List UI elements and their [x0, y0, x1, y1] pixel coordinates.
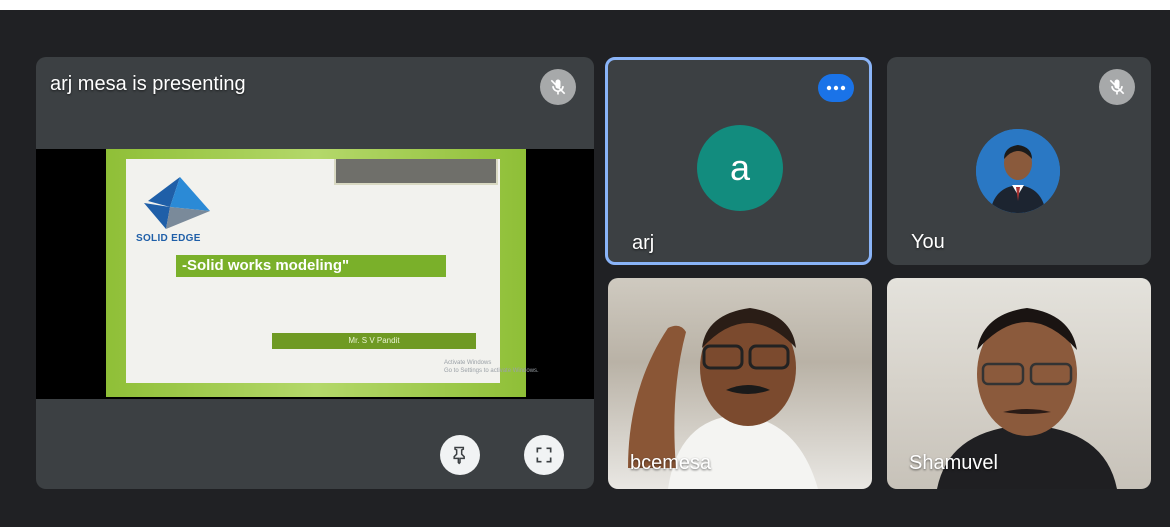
participant-tile-shamuvel[interactable]: Shamuvel	[887, 278, 1151, 489]
participant-name: Shamuvel	[909, 452, 998, 474]
slide-content: SOLID EDGE -Solid works modeling" Mr. S …	[126, 159, 500, 383]
slide-header-tab	[334, 159, 498, 185]
top-strip	[0, 0, 1170, 10]
slide-title: -Solid works modeling"	[176, 255, 446, 277]
pin-button[interactable]	[440, 435, 480, 475]
participant-name: bcemesa	[630, 452, 712, 474]
slide-logo-text: SOLID EDGE	[136, 233, 201, 244]
slide-presenter: Mr. S V Pandit	[272, 333, 476, 349]
watermark-line-2: Go to Settings to activate Windows.	[444, 368, 539, 374]
participant-tile-bcemesa[interactable]: bcemesa	[608, 278, 872, 489]
presenting-title: arj mesa is presenting	[50, 73, 246, 95]
mic-off-icon	[1099, 69, 1135, 105]
pin-icon	[453, 446, 465, 465]
more-horizontal-icon	[826, 85, 846, 91]
more-options-button[interactable]	[818, 74, 854, 102]
mic-off-icon	[540, 69, 576, 105]
avatar	[976, 129, 1060, 213]
participant-name: arj	[632, 232, 655, 254]
participant-tile-arj[interactable]: a arj	[605, 57, 872, 265]
fullscreen-icon	[536, 447, 552, 463]
participant-tile-you[interactable]: You	[887, 57, 1151, 265]
solid-edge-logo-icon	[144, 177, 210, 229]
fullscreen-button[interactable]	[524, 435, 564, 475]
activation-watermark: Activate Windows Go to Settings to activ…	[444, 359, 539, 375]
avatar: a	[697, 125, 783, 211]
participant-name: You	[911, 231, 945, 253]
presentation-tile[interactable]: arj mesa is presenting SOLID EDGE -Solid…	[36, 57, 594, 489]
shared-screen: SOLID EDGE -Solid works modeling" Mr. S …	[36, 149, 594, 399]
watermark-line-1: Activate Windows	[444, 360, 492, 366]
